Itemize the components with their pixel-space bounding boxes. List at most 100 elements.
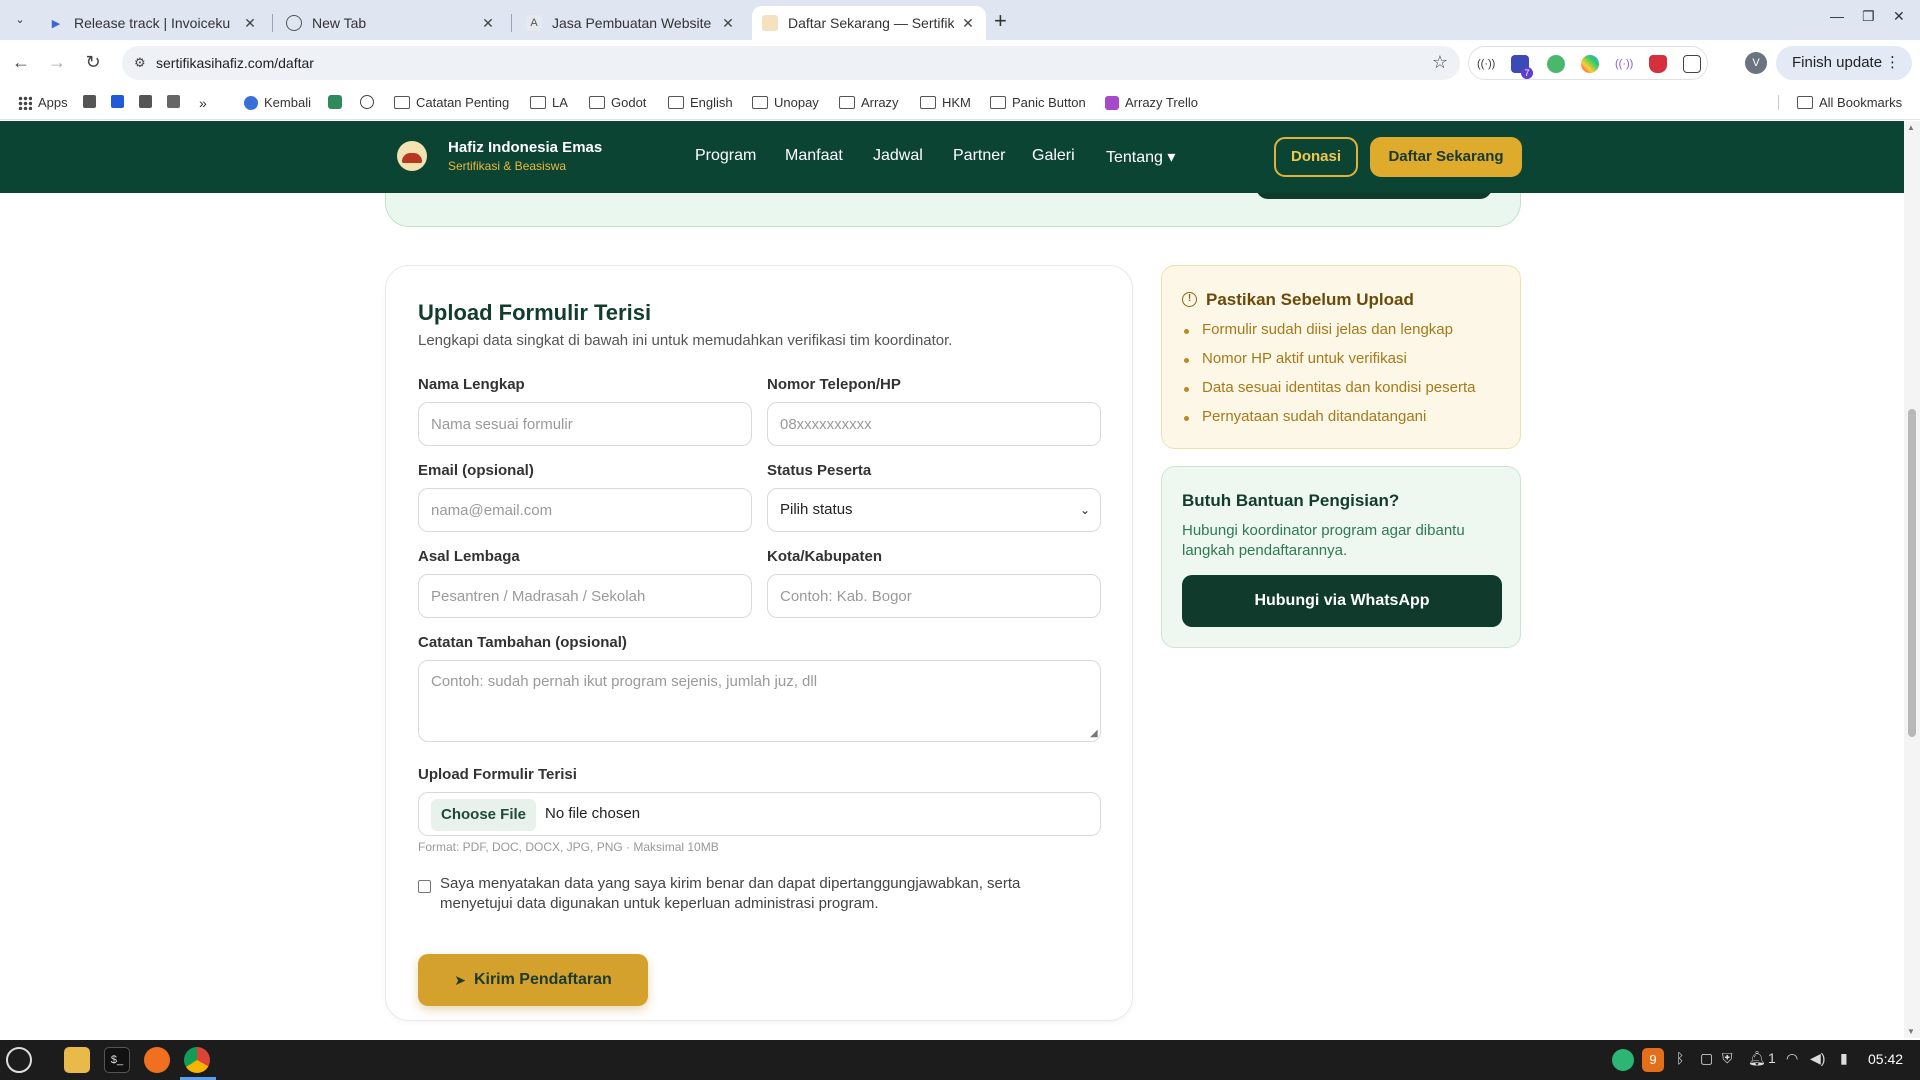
nav-manfaat[interactable]: Manfaat	[785, 147, 843, 165]
bookmark-gray-2[interactable]	[139, 95, 152, 108]
submit-button[interactable]: ➤ Kirim Pendaftaran	[418, 954, 648, 1006]
ubuntu-app-icon[interactable]	[144, 1047, 170, 1073]
clipboard-icon[interactable]: ▢	[1700, 1050, 1713, 1067]
nav-program[interactable]: Program	[695, 147, 756, 165]
tab-daftar-sekarang[interactable]: Daftar Sekarang — Sertifika ✕	[752, 6, 986, 40]
bookmark-globe[interactable]	[360, 95, 380, 109]
mint-menu-icon[interactable]	[6, 1047, 32, 1073]
green-extension-icon[interactable]	[1547, 55, 1565, 73]
phone-input[interactable]	[767, 402, 1101, 446]
bookmark-folder-english[interactable]: English	[668, 95, 733, 110]
brand-name[interactable]: Hafiz Indonesia Emas	[448, 139, 602, 156]
scroll-up-icon[interactable]: ▲	[1907, 123, 1915, 132]
bluetooth-icon[interactable]: ᛒ	[1676, 1050, 1684, 1066]
submit-label: Kirim Pendaftaran	[473, 971, 612, 988]
file-upload-input[interactable]: Choose File No file chosen	[418, 792, 1101, 836]
tab-jasa-website[interactable]: A Jasa Pembuatan Website Pe ✕	[516, 6, 746, 40]
emblem-icon	[328, 95, 342, 109]
wifi-icon[interactable]: ◠	[1786, 1050, 1798, 1067]
url-text[interactable]: sertifikasihafiz.com/daftar	[156, 55, 314, 71]
chevron-down-icon: ⌄	[1079, 503, 1090, 517]
consent-checkbox[interactable]	[418, 880, 431, 893]
close-tab-icon[interactable]: ✕	[960, 15, 976, 32]
forward-arrow-icon[interactable]: →	[46, 52, 68, 73]
bookmark-arrazy-trello[interactable]: Arrazy Trello	[1105, 95, 1198, 110]
chrome-taskbar-icon[interactable]	[184, 1047, 210, 1073]
tab-release-track[interactable]: ▶ Release track | Invoiceku ✕	[38, 6, 268, 40]
notification-count: 1	[1768, 1050, 1776, 1066]
volume-icon[interactable]: ◀)	[1810, 1050, 1825, 1067]
back-arrow-icon[interactable]: ←	[10, 52, 32, 73]
signal-extension-icon[interactable]: ((·))	[1615, 55, 1633, 73]
page-scrollbar[interactable]: ▲ ▼	[1904, 121, 1920, 1038]
lembaga-label: Asal Lembaga	[418, 548, 520, 565]
bookmarks-overflow-icon[interactable]: »	[199, 95, 207, 111]
address-bar[interactable]: ⚙ sertifikasihafiz.com/daftar ☆	[122, 46, 1460, 80]
close-window-icon[interactable]: ✕	[1893, 8, 1905, 25]
tray-badge-icon[interactable]: 9	[1642, 1048, 1664, 1072]
bookmark-folder-godot[interactable]: Godot	[589, 95, 646, 110]
bookmark-apps[interactable]: Apps	[18, 95, 68, 110]
notes-textarea[interactable]	[418, 660, 1101, 742]
name-input[interactable]	[418, 402, 752, 446]
color-extension-icon[interactable]	[1581, 55, 1599, 73]
bookmark-folder-unopay[interactable]: Unopay	[752, 95, 819, 110]
files-icon[interactable]	[64, 1047, 90, 1073]
tray-app-icon[interactable]	[1612, 1049, 1634, 1071]
bookmark-folder-catatan[interactable]: Catatan Penting	[394, 95, 509, 110]
notifications-icon[interactable]: 🔔︎	[1748, 1050, 1766, 1067]
daftar-sekarang-button[interactable]: Daftar Sekarang	[1370, 137, 1522, 177]
status-select[interactable]: Pilih status ⌄	[767, 488, 1101, 532]
donasi-button[interactable]: Donasi	[1274, 137, 1358, 177]
bookmark-gray-1[interactable]	[83, 95, 96, 108]
email-input[interactable]	[418, 488, 752, 532]
checklist-title: Pastikan Sebelum Upload	[1206, 290, 1414, 309]
scrollbar-thumb[interactable]	[1908, 409, 1916, 737]
upload-form-card: Upload Formulir Terisi Lengkapi data sin…	[385, 265, 1133, 1021]
page-viewport: Hafiz Indonesia Emas Sertifikasi & Beasi…	[0, 121, 1904, 1038]
kota-input[interactable]	[767, 574, 1101, 618]
lembaga-input[interactable]	[418, 574, 752, 618]
bookmark-emblem[interactable]	[328, 95, 348, 109]
bookmark-star-icon[interactable]: ☆	[1432, 52, 1448, 73]
scroll-down-icon[interactable]: ▼	[1907, 1027, 1915, 1036]
folder-icon	[668, 96, 684, 109]
bookmark-gray-3[interactable]	[167, 95, 180, 108]
nav-jadwal[interactable]: Jadwal	[873, 147, 923, 165]
shield-icon[interactable]: ⛨	[1722, 1050, 1733, 1067]
bookmark-blue[interactable]	[111, 95, 124, 108]
resize-grip-icon[interactable]: ◢	[1090, 728, 1098, 739]
nav-partner[interactable]: Partner	[953, 147, 1005, 165]
site-info-icon[interactable]: ⚙	[134, 55, 146, 71]
battery-icon[interactable]: ▮	[1840, 1050, 1848, 1067]
clock[interactable]: 05:42	[1868, 1051, 1903, 1067]
bookmark-kembali[interactable]: Kembali	[244, 95, 311, 110]
bookmark-folder-la[interactable]: LA	[530, 95, 568, 110]
red-extension-icon[interactable]	[1649, 55, 1667, 73]
whatsapp-button[interactable]: Hubungi via WhatsApp	[1182, 575, 1502, 627]
tab-search-icon[interactable]: ⌄	[10, 10, 30, 30]
bookmark-folder-hkm[interactable]: HKM	[920, 95, 971, 110]
folder-icon	[839, 96, 855, 109]
finish-update-button[interactable]: Finish update ⋮	[1776, 46, 1912, 80]
new-tab-plus-icon[interactable]: +	[994, 8, 1007, 34]
bookmark-folder-arrazy[interactable]: Arrazy	[839, 95, 899, 110]
terminal-icon[interactable]: $_	[104, 1047, 130, 1073]
close-tab-icon[interactable]: ✕	[480, 15, 496, 32]
tab-new-tab[interactable]: New Tab ✕	[276, 6, 506, 40]
profile-avatar[interactable]: V	[1745, 52, 1767, 74]
site-logo-icon[interactable]	[397, 141, 427, 171]
bookmark-folder-panic[interactable]: Panic Button	[990, 95, 1086, 110]
choose-file-button[interactable]: Choose File	[431, 799, 537, 831]
all-bookmarks[interactable]: All Bookmarks	[1778, 95, 1902, 110]
close-tab-icon[interactable]: ✕	[242, 15, 258, 32]
restore-icon[interactable]: ❐	[1862, 8, 1875, 25]
nav-tentang[interactable]: Tentang ▾	[1106, 147, 1175, 167]
cast-extension-icon[interactable]: ((·))	[1477, 55, 1495, 73]
minimize-icon[interactable]: —	[1830, 8, 1844, 24]
puzzle-extensions-icon[interactable]	[1683, 55, 1701, 73]
nav-galeri[interactable]: Galeri	[1032, 147, 1075, 165]
reload-icon[interactable]: ↻	[82, 52, 104, 73]
kebab-menu-icon[interactable]: ⋮	[1885, 46, 1900, 80]
close-tab-icon[interactable]: ✕	[720, 15, 736, 32]
